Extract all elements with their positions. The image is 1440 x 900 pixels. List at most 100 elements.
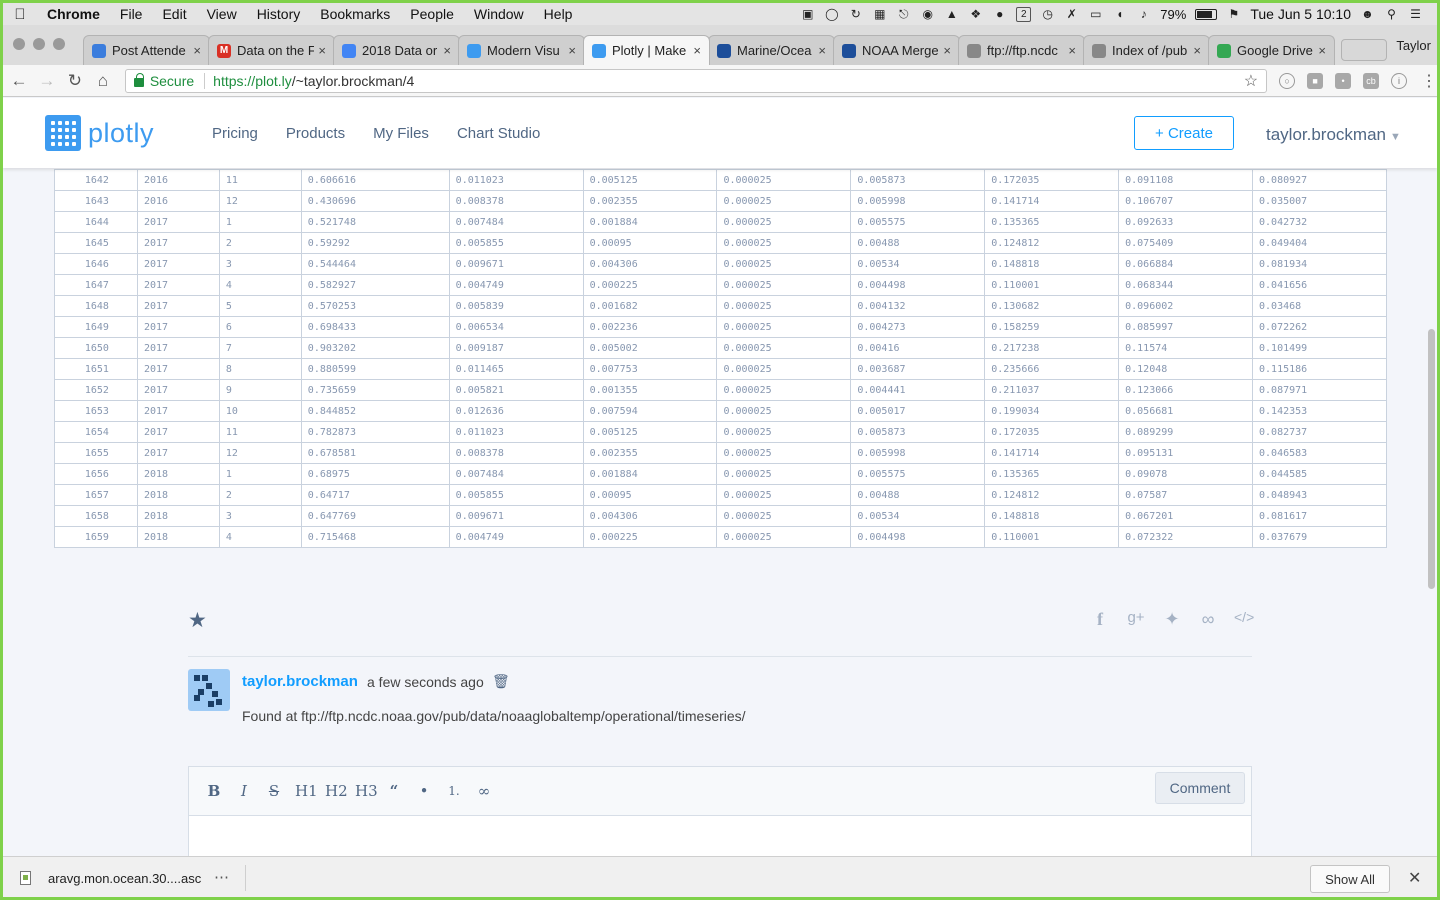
table-cell[interactable]: 0.606616 [300, 169, 450, 191]
close-icon[interactable]: ✕ [1408, 868, 1421, 888]
table-cell[interactable]: 1654 [54, 421, 138, 443]
tab[interactable]: Plotly | Make × [583, 35, 710, 65]
table-cell[interactable]: 4 [218, 526, 302, 548]
table-cell[interactable]: 2016 [136, 169, 220, 191]
bullet-list-icon[interactable]: • [415, 782, 433, 800]
table-cell[interactable]: 0.056681 [1118, 400, 1254, 422]
table-cell[interactable]: 0.000025 [716, 232, 852, 254]
menu-people[interactable]: People [400, 6, 464, 22]
tab[interactable]: Index of /pub × [1083, 35, 1210, 65]
quote-icon[interactable]: “ [385, 782, 403, 800]
table-cell[interactable]: 0.004306 [582, 505, 718, 527]
table-cell[interactable]: 1655 [54, 442, 138, 464]
zoom-window-button[interactable] [53, 38, 65, 50]
table-cell[interactable]: 0.880599 [300, 358, 450, 380]
table-cell[interactable]: 0.005821 [448, 379, 584, 401]
home-icon[interactable]: ⌂ [89, 71, 117, 91]
volume-icon[interactable]: ♪ [1136, 7, 1151, 22]
table-cell[interactable]: 0.106707 [1118, 190, 1254, 212]
table-cell[interactable]: 0.000225 [582, 274, 718, 296]
table-cell[interactable]: 2 [218, 484, 302, 506]
table-cell[interactable]: 0.005855 [448, 484, 584, 506]
table-cell[interactable]: 0.199034 [984, 400, 1120, 422]
table-cell[interactable]: 0.217238 [984, 337, 1120, 359]
table-cell[interactable]: 0.003687 [850, 358, 986, 380]
table-cell[interactable]: 2017 [136, 316, 220, 338]
table-cell[interactable]: 0.009671 [448, 505, 584, 527]
menu-file[interactable]: File [110, 6, 153, 22]
table-cell[interactable]: 0.000025 [716, 526, 852, 548]
facebook-icon[interactable]: f [1090, 609, 1110, 630]
table-cell[interactable]: 2017 [136, 400, 220, 422]
table-cell[interactable]: 0.000025 [716, 400, 852, 422]
table-cell[interactable]: 0.005998 [850, 190, 986, 212]
table-cell[interactable]: 0.002236 [582, 316, 718, 338]
table-cell[interactable]: 0.000025 [716, 463, 852, 485]
table-cell[interactable]: 0.041656 [1252, 274, 1387, 296]
table-cell[interactable]: 0.001884 [582, 211, 718, 233]
nav-products[interactable]: Products [286, 125, 345, 142]
tab[interactable]: Post Attende × [83, 35, 210, 65]
table-cell[interactable]: 11 [218, 421, 302, 443]
table-cell[interactable]: 0.091108 [1118, 169, 1254, 191]
table-cell[interactable]: 1652 [54, 379, 138, 401]
table-cell[interactable]: 0.012636 [448, 400, 584, 422]
table-cell[interactable]: 3 [218, 505, 302, 527]
table-cell[interactable]: 0.12048 [1118, 358, 1254, 380]
google-plus-icon[interactable]: g+ [1126, 609, 1146, 630]
menu-window[interactable]: Window [464, 6, 534, 22]
close-tab-icon[interactable]: × [1068, 43, 1076, 58]
vpn-icon[interactable]: ▲ [944, 7, 959, 22]
table-cell[interactable]: 2017 [136, 295, 220, 317]
sync-icon[interactable]: ↻ [848, 7, 863, 22]
table-cell[interactable]: 2017 [136, 337, 220, 359]
menu-help[interactable]: Help [534, 6, 583, 22]
table-cell[interactable]: 0.000025 [716, 337, 852, 359]
table-cell[interactable]: 1650 [54, 337, 138, 359]
table-cell[interactable]: 0.000025 [716, 253, 852, 275]
table-cell[interactable]: 0.048943 [1252, 484, 1387, 506]
more-options-icon[interactable]: ⋯ [214, 868, 229, 886]
table-cell[interactable]: 2017 [136, 379, 220, 401]
table-cell[interactable]: 0.005575 [850, 211, 986, 233]
table-cell[interactable]: 3 [218, 253, 302, 275]
table-cell[interactable]: 1645 [54, 232, 138, 254]
table-cell[interactable]: 0.782873 [300, 421, 450, 443]
table-cell[interactable]: 0.000025 [716, 358, 852, 380]
microphone-icon[interactable]: ● [992, 7, 1007, 22]
table-cell[interactable]: 0.006534 [448, 316, 584, 338]
tab[interactable]: ftp://ftp.ncdc × [958, 35, 1085, 65]
close-tab-icon[interactable]: × [568, 43, 576, 58]
close-tab-icon[interactable]: × [193, 43, 201, 58]
table-cell[interactable]: 0.072322 [1118, 526, 1254, 548]
profile-name[interactable]: Taylor [1396, 38, 1431, 53]
table-cell[interactable]: 0.009187 [448, 337, 584, 359]
address-bar[interactable]: Secure https://plot.ly /~taylor.brockman… [124, 68, 1268, 93]
reload-icon[interactable]: ↻ [61, 71, 89, 91]
close-tab-icon[interactable]: × [318, 43, 326, 58]
table-cell[interactable]: 7 [218, 337, 302, 359]
power-icon[interactable]: ⎋ [896, 7, 911, 22]
table-cell[interactable]: 12 [218, 190, 302, 212]
new-tab-button[interactable] [1341, 39, 1387, 61]
table-cell[interactable]: 0.005002 [582, 337, 718, 359]
menu-view[interactable]: View [197, 6, 247, 22]
table-cell[interactable]: 0.000025 [716, 442, 852, 464]
menu-history[interactable]: History [247, 6, 311, 22]
time-machine-icon[interactable]: ◷ [1040, 7, 1055, 22]
table-cell[interactable]: 0.096002 [1118, 295, 1254, 317]
bold-icon[interactable]: B [205, 782, 223, 800]
table-cell[interactable]: 1657 [54, 484, 138, 506]
close-tab-icon[interactable]: × [443, 43, 451, 58]
table-cell[interactable]: 0.075409 [1118, 232, 1254, 254]
table-cell[interactable]: 0.068344 [1118, 274, 1254, 296]
table-cell[interactable]: 0.172035 [984, 421, 1120, 443]
close-window-button[interactable] [13, 38, 25, 50]
table-cell[interactable]: 0.007594 [582, 400, 718, 422]
table-cell[interactable]: 0.647769 [300, 505, 450, 527]
table-cell[interactable]: 6 [218, 316, 302, 338]
table-cell[interactable]: 0.000025 [716, 484, 852, 506]
table-cell[interactable]: 5 [218, 295, 302, 317]
table-cell[interactable]: 2017 [136, 421, 220, 443]
nav-my-files[interactable]: My Files [373, 125, 429, 142]
